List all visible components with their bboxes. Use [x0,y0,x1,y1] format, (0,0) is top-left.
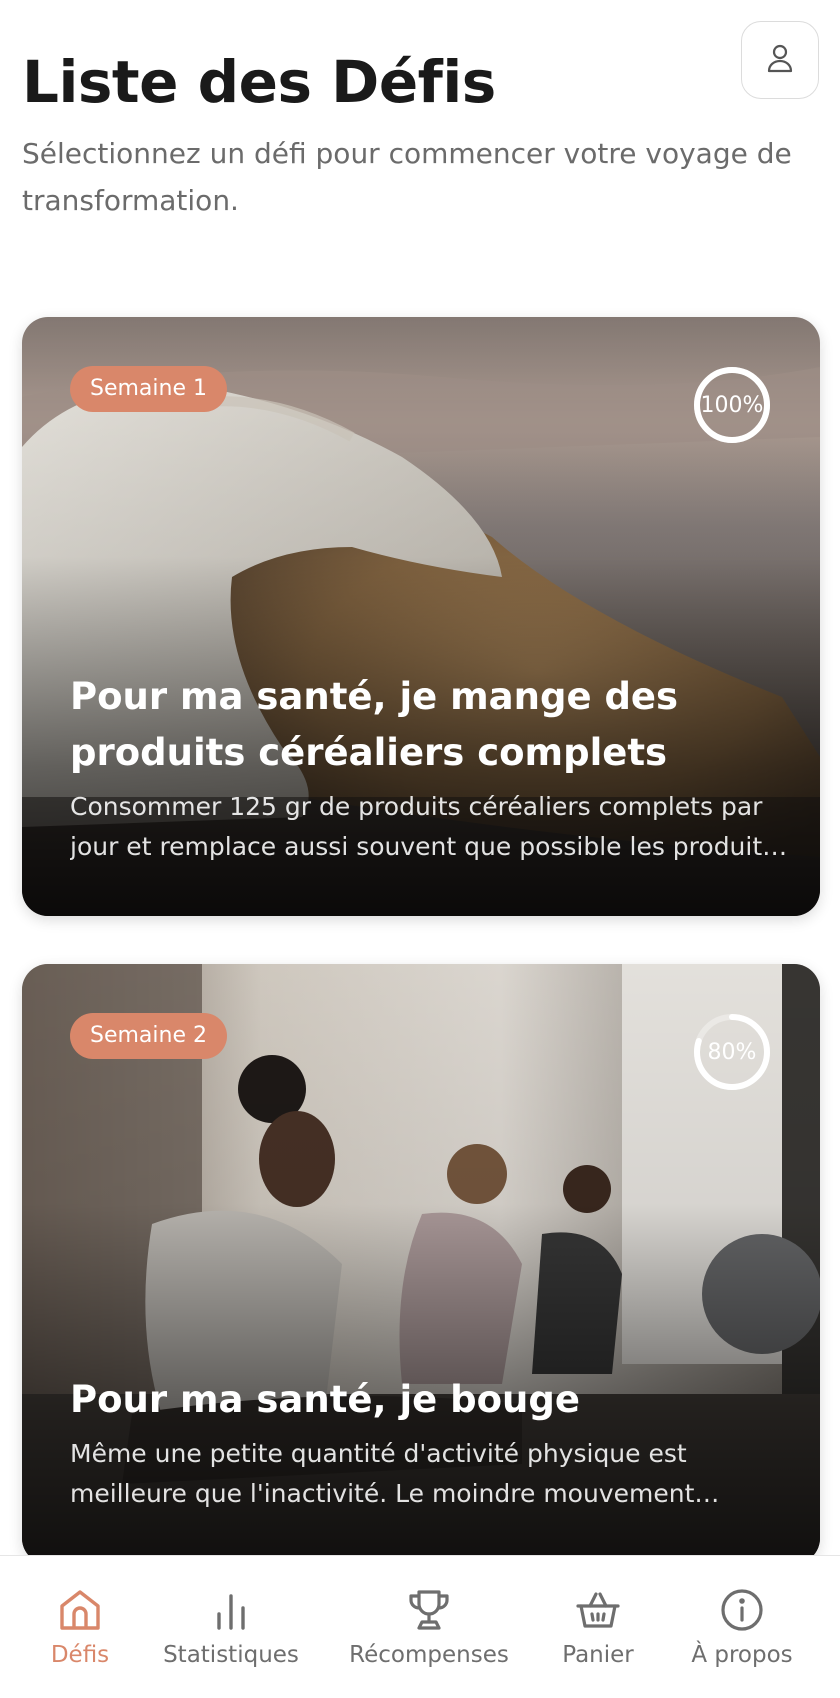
tab-statistiques[interactable]: Statistiques [160,1556,302,1698]
bar-chart-icon [217,1594,245,1630]
tab-a-propos[interactable]: À propos [686,1556,798,1698]
home-icon [60,1590,100,1630]
user-icon [766,43,794,77]
challenge-description: Même une petite quantité d'activité phys… [70,1439,695,1508]
tab-label: Statistiques [163,1642,299,1668]
trophy-icon [409,1590,449,1630]
progress-ring: 80% [692,1012,772,1092]
week-badge: Semaine 1 [70,366,227,412]
challenge-card-week-1[interactable]: Semaine 1 100% Pour ma santé, je mange d… [22,317,820,916]
tab-panier[interactable]: Panier [556,1556,640,1698]
basket-icon [576,1592,620,1628]
bottom-tab-bar: Défis Statistiques Récompenses Panier À … [0,1555,840,1697]
challenge-card-week-2[interactable]: Semaine 2 80% Pour ma santé, je bouge Mê… [22,964,820,1564]
week-badge: Semaine 2 [70,1013,227,1059]
tab-recompenses[interactable]: Récompenses [349,1556,509,1698]
info-icon [721,1589,763,1631]
challenge-description: Consommer 125 gr de produits céréaliers … [70,792,776,861]
tab-label: Panier [562,1642,634,1668]
page-subtitle: Sélectionnez un défi pour commencer votr… [22,137,792,217]
tab-label: Récompenses [349,1642,509,1668]
progress-label: 80% [707,1039,757,1065]
tab-label: À propos [691,1642,793,1668]
challenge-title: Pour ma santé, je mange des produits cér… [70,675,679,774]
profile-button[interactable] [741,21,819,99]
tab-label: Défis [50,1642,110,1668]
page-header: Liste des Défis Sélectionnez un défi pou… [22,48,812,224]
tab-defis[interactable]: Défis [38,1556,122,1698]
progress-label: 100% [700,392,764,418]
progress-ring: 100% [692,365,772,445]
challenge-title: Pour ma santé, je bouge [70,1378,580,1421]
page-title: Liste des Défis [22,48,496,116]
